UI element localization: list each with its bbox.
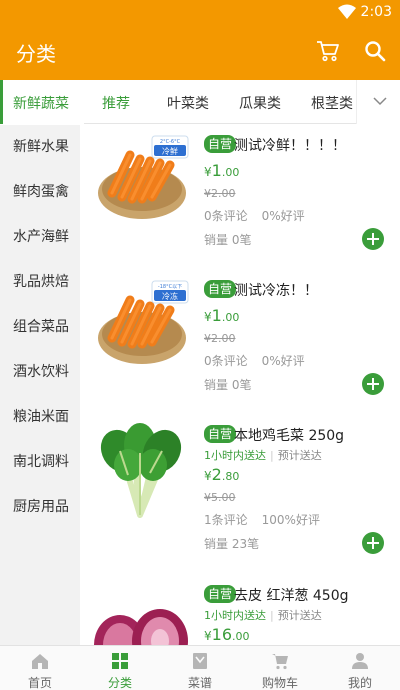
self-operated-badge: 自营	[204, 585, 237, 603]
product-card[interactable]: 自营 本地鸡毛菜 250g 1小时内送达 | 预计送达 ¥2.80 ¥5.00 1条…	[80, 415, 400, 560]
product-name: 本地鸡毛菜 250g	[234, 428, 345, 444]
product-price: ¥16.00	[204, 625, 250, 644]
chevron-down-icon	[373, 97, 387, 106]
sidebar-item-fruit[interactable]: 新鲜水果	[0, 125, 80, 170]
product-price: ¥2.80	[204, 465, 240, 484]
user-icon	[352, 653, 368, 669]
tab-fresh-vegetables[interactable]: 新鲜蔬菜	[0, 80, 84, 124]
product-price: ¥1.00	[204, 306, 240, 325]
product-image-carrots: -18°C以下 冷冻	[90, 278, 190, 368]
sales-count: 销量 0笔	[204, 378, 252, 392]
product-card[interactable]: 自营 去皮 红洋葱 450g 1小时内送达 | 预计送达 ¥16.00	[80, 575, 400, 645]
home-icon	[32, 654, 48, 669]
product-price: ¥1.00	[204, 161, 240, 180]
sales-count: 销量 23笔	[204, 537, 260, 551]
nav-cart[interactable]: 购物车	[240, 646, 320, 690]
tab-leafy[interactable]: 叶菜类	[167, 93, 209, 113]
nav-recipes[interactable]: 菜谱	[160, 646, 240, 690]
self-operated-badge: 自营	[204, 280, 237, 298]
sales-count: 销量 0笔	[204, 233, 252, 247]
add-to-cart-button[interactable]	[362, 373, 384, 395]
tab-label: 新鲜蔬菜	[13, 96, 69, 112]
nav-home[interactable]: 首页	[0, 646, 80, 690]
search-icon[interactable]	[364, 40, 386, 66]
tab-melon-fruit[interactable]: 瓜果类	[239, 93, 281, 113]
sidebar-item-meat-eggs[interactable]: 鲜肉蛋禽	[0, 170, 80, 215]
product-card[interactable]: 2°C-6°C 冷鲜 自营 测试冷鲜！！！！ ¥1.00 ¥2.00 0条评论 0…	[80, 125, 400, 270]
add-to-cart-button[interactable]	[362, 532, 384, 554]
svg-text:-18°C以下: -18°C以下	[158, 284, 182, 290]
self-operated-badge: 自营	[204, 135, 237, 153]
wifi-icon	[338, 4, 356, 23]
delivery-info: 1小时内送达 | 预计送达	[204, 609, 322, 622]
category-tabs: 新鲜蔬菜 推荐 叶菜类 瓜果类 根茎类	[0, 80, 400, 124]
original-price: ¥5.00	[204, 491, 236, 504]
sidebar-item-drinks[interactable]: 酒水饮料	[0, 350, 80, 395]
sidebar-item-combo-dishes[interactable]: 组合菜品	[0, 305, 80, 350]
category-grid-icon	[112, 653, 128, 669]
status-bar: 2:03	[0, 0, 400, 24]
cart-icon[interactable]	[316, 40, 340, 66]
product-name: 去皮 红洋葱 450g	[234, 588, 349, 604]
original-price: ¥2.00	[204, 332, 236, 345]
delivery-info: 1小时内送达 | 预计送达	[204, 449, 322, 462]
sidebar-item-condiments[interactable]: 南北调料	[0, 440, 80, 485]
recipe-icon	[193, 653, 207, 669]
product-name: 测试冷鲜！！！！	[234, 138, 346, 154]
expand-tabs-button[interactable]	[356, 80, 400, 124]
bottom-nav: 首页 分类 菜谱 购物车 我的	[0, 645, 400, 690]
svg-text:冷冻: 冷冻	[162, 291, 178, 301]
app-bar: 分类	[0, 24, 400, 80]
svg-text:冷鲜: 冷鲜	[162, 146, 178, 156]
tab-root[interactable]: 根茎类	[311, 93, 353, 113]
sidebar-item-grain-oil[interactable]: 粮油米面	[0, 395, 80, 440]
product-image-red-onions	[90, 595, 190, 645]
tab-recommended[interactable]: 推荐	[102, 93, 130, 113]
nav-category[interactable]: 分类	[80, 646, 160, 690]
sidebar-item-kitchen[interactable]: 厨房用品	[0, 485, 80, 530]
product-name: 测试冷冻！！	[234, 283, 318, 299]
product-image-carrots: 2°C-6°C 冷鲜	[90, 133, 190, 223]
sidebar-item-dairy-bakery[interactable]: 乳品烘焙	[0, 260, 80, 305]
svg-text:2°C-6°C: 2°C-6°C	[160, 139, 181, 145]
review-summary: 1条评论 100%好评	[204, 513, 320, 527]
page-title: 分类	[16, 42, 56, 66]
cart-icon	[272, 654, 288, 670]
product-card[interactable]: -18°C以下 冷冻 自营 测试冷冻！！ ¥1.00 ¥2.00 0条评论 0%好…	[80, 270, 400, 415]
review-summary: 0条评论 0%好评	[204, 209, 305, 223]
product-list: 2°C-6°C 冷鲜 自营 测试冷鲜！！！！ ¥1.00 ¥2.00 0条评论 0…	[80, 125, 400, 645]
add-to-cart-button[interactable]	[362, 228, 384, 250]
category-sidebar: 新鲜水果 鲜肉蛋禽 水产海鲜 乳品烘焙 组合菜品 酒水饮料 粮油米面 南北调料 …	[0, 125, 80, 645]
status-time: 2:03	[360, 4, 392, 20]
review-summary: 0条评论 0%好评	[204, 354, 305, 368]
self-operated-badge: 自营	[204, 425, 237, 443]
original-price: ¥2.00	[204, 187, 236, 200]
nav-profile[interactable]: 我的	[320, 646, 400, 690]
product-image-leafy-greens	[90, 423, 190, 518]
sidebar-item-seafood[interactable]: 水产海鲜	[0, 215, 80, 260]
